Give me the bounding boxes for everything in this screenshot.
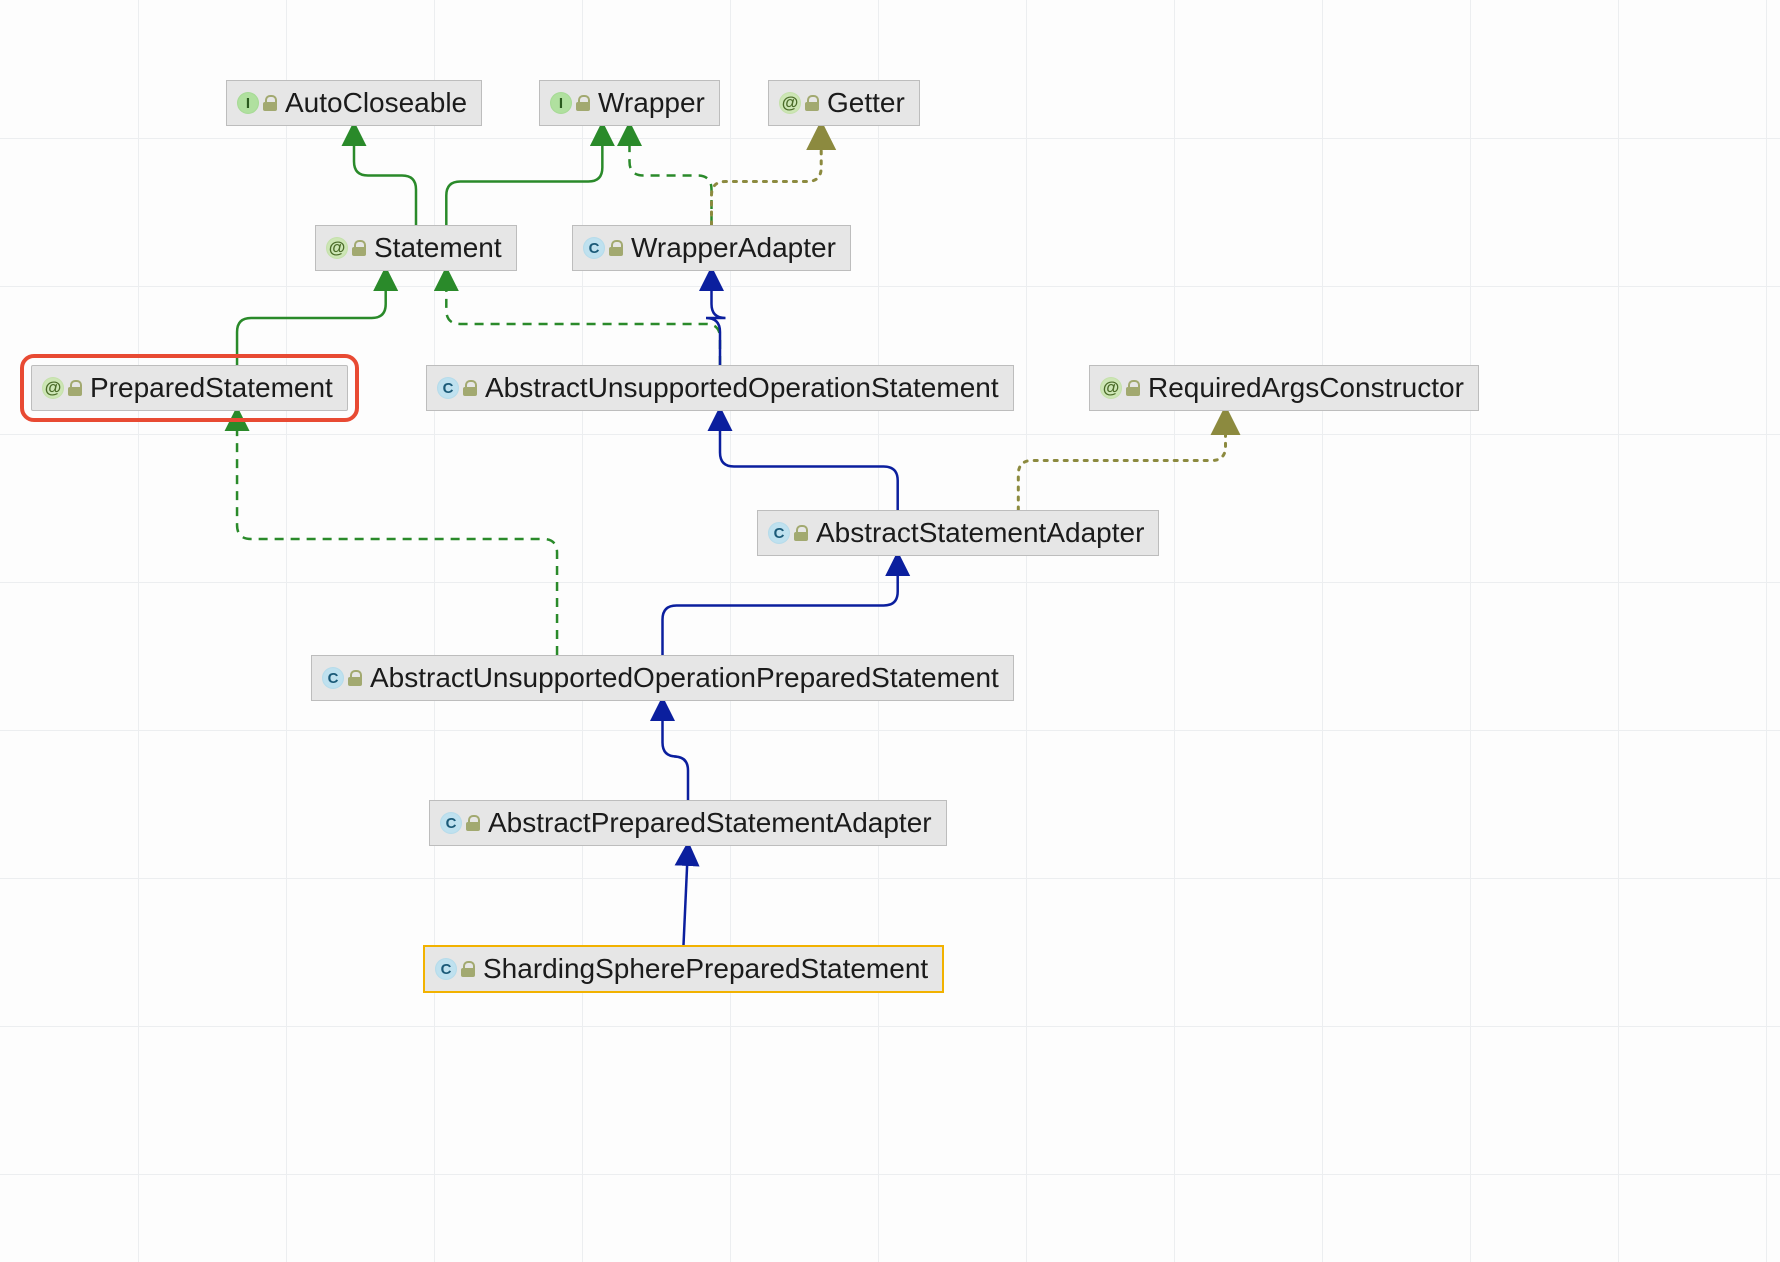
node-label: PreparedStatement — [90, 372, 333, 404]
lock-icon — [1126, 380, 1140, 396]
node-label: Wrapper — [598, 87, 705, 119]
lock-icon — [68, 380, 82, 396]
lock-icon — [576, 95, 590, 111]
edge-absunsupprep-to-preparedstmt — [237, 411, 557, 655]
lock-icon — [348, 670, 362, 686]
lock-icon — [352, 240, 366, 256]
class-icon: C — [322, 667, 344, 689]
node-shardingprep[interactable]: C ShardingSpherePreparedStatement — [423, 945, 944, 993]
node-wrapper[interactable]: I Wrapper — [539, 80, 720, 126]
annotation-icon: @ — [42, 377, 64, 399]
class-icon: C — [440, 812, 462, 834]
node-absstmtadapter[interactable]: C AbstractStatementAdapter — [757, 510, 1159, 556]
edge-absstmtadapter-to-reqargs — [1018, 411, 1225, 510]
class-icon: C — [435, 958, 457, 980]
interface-icon: I — [237, 92, 259, 114]
node-label: WrapperAdapter — [631, 232, 836, 264]
lock-icon — [466, 815, 480, 831]
node-reqargs[interactable]: @ RequiredArgsConstructor — [1089, 365, 1479, 411]
node-label: Statement — [374, 232, 502, 264]
class-icon: C — [583, 237, 605, 259]
node-label: ShardingSpherePreparedStatement — [483, 953, 928, 985]
lock-icon — [263, 95, 277, 111]
annotation-icon: @ — [326, 237, 348, 259]
edge-absstmtadapter-to-absunsupstmt — [720, 411, 898, 510]
node-getter[interactable]: @ Getter — [768, 80, 920, 126]
edge-absunsupstmt-to-wrapperadapter — [706, 271, 726, 365]
node-statement[interactable]: @ Statement — [315, 225, 517, 271]
edge-absunsupprep-to-absstmtadapter — [663, 556, 898, 655]
edge-absunsupstmt-to-statement — [446, 271, 720, 365]
annotation-icon: @ — [1100, 377, 1122, 399]
node-label: AbstractStatementAdapter — [816, 517, 1144, 549]
edge-statement-to-wrapper — [446, 126, 602, 225]
node-preparedstmt[interactable]: @ PreparedStatement — [31, 365, 348, 411]
edge-preparedstmt-to-statement — [237, 271, 386, 365]
node-label: Getter — [827, 87, 905, 119]
node-autocloseable[interactable]: I AutoCloseable — [226, 80, 482, 126]
class-icon: C — [437, 377, 459, 399]
node-absunsupstmt[interactable]: C AbstractUnsupportedOperationStatement — [426, 365, 1014, 411]
lock-icon — [805, 95, 819, 111]
edge-wrapperadapter-to-wrapper — [630, 126, 712, 225]
class-icon: C — [768, 522, 790, 544]
node-label: AbstractUnsupportedOperationStatement — [485, 372, 999, 404]
annotation-icon: @ — [779, 92, 801, 114]
edge-statement-to-autocloseable — [354, 126, 416, 225]
node-absunsupprep[interactable]: C AbstractUnsupportedOperationPreparedSta… — [311, 655, 1014, 701]
connector-layer — [0, 0, 1780, 1262]
node-wrapperadapter[interactable]: C WrapperAdapter — [572, 225, 851, 271]
node-label: AbstractPreparedStatementAdapter — [488, 807, 932, 839]
lock-icon — [461, 961, 475, 977]
edge-absprepadapter-to-absunsupprep — [663, 701, 689, 800]
node-label: RequiredArgsConstructor — [1148, 372, 1464, 404]
node-label: AbstractUnsupportedOperationPreparedStat… — [370, 662, 999, 694]
edge-wrapperadapter-to-getter — [712, 126, 822, 225]
lock-icon — [794, 525, 808, 541]
lock-icon — [609, 240, 623, 256]
node-absprepadapter[interactable]: C AbstractPreparedStatementAdapter — [429, 800, 947, 846]
interface-icon: I — [550, 92, 572, 114]
diagram-canvas[interactable]: I AutoCloseable I Wrapper @ Getter @ Statement C… — [0, 0, 1780, 1262]
edge-shardingprep-to-absprepadapter — [684, 846, 689, 945]
node-label: AutoCloseable — [285, 87, 467, 119]
lock-icon — [463, 380, 477, 396]
